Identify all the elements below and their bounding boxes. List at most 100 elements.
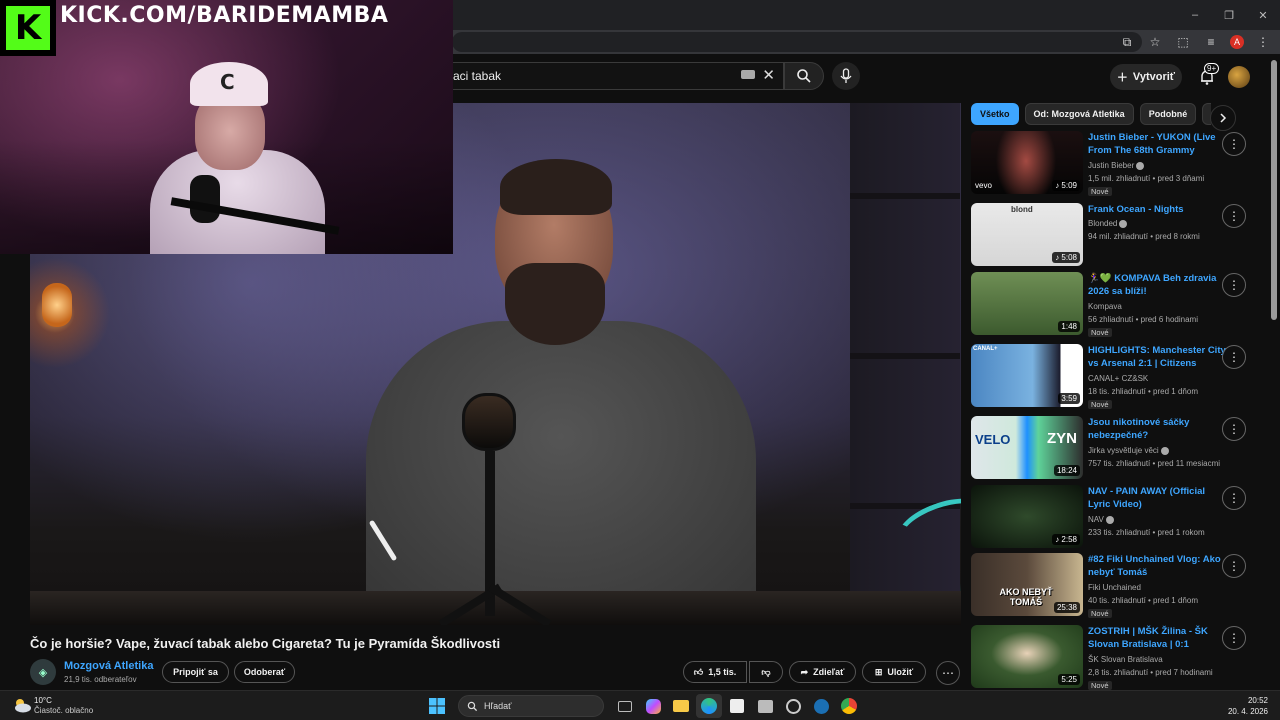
streamer-webcam-overlay: C K KICK.COM/BARIDEMAMBA xyxy=(0,0,453,254)
taskbar-clock[interactable]: 20:52 20. 4. 2026 xyxy=(1228,695,1268,717)
close-window-button[interactable]: ✕ xyxy=(1246,0,1280,30)
more-actions-button[interactable]: ⋯ xyxy=(936,661,960,685)
weather-cloud-icon[interactable] xyxy=(12,696,32,714)
outlook-icon[interactable] xyxy=(752,694,778,718)
video-duration: 1:48 xyxy=(1058,321,1080,332)
page-scrollbar[interactable] xyxy=(1271,60,1277,320)
recommended-channel[interactable]: Kompava xyxy=(1088,302,1122,311)
create-button[interactable]: ＋ Vytvoriť xyxy=(1110,64,1182,90)
video-thumbnail[interactable]: 1:48 xyxy=(971,272,1083,335)
recommended-video[interactable]: CANAL+ 2 3:59 HIGHLIGHTS: Manchester City v… xyxy=(971,344,1271,410)
more-options-icon[interactable]: ⋮ xyxy=(1222,554,1246,578)
recommended-channel[interactable]: CANAL+ CZ&SK xyxy=(1088,374,1148,383)
subscribe-button[interactable]: Odoberať xyxy=(234,661,295,683)
voice-search-button[interactable] xyxy=(832,62,860,90)
verified-check-icon xyxy=(1160,446,1169,455)
recommended-video-title[interactable]: Frank Ocean - Nights xyxy=(1088,203,1226,216)
recommended-channel[interactable]: NAV xyxy=(1088,515,1114,524)
like-button[interactable]: 👍︎ 1,5 tis. xyxy=(683,661,747,683)
minimize-button[interactable]: – xyxy=(1178,0,1212,30)
account-avatar[interactable] xyxy=(1228,66,1250,88)
video-thumbnail[interactable]: VELO ZYN 18:24 xyxy=(971,416,1083,479)
duration-text: 5:25 xyxy=(1061,675,1077,684)
file-explorer-icon[interactable] xyxy=(668,694,694,718)
browser-menu-icon[interactable]: ⋮ xyxy=(1254,33,1272,51)
recommended-video-title[interactable]: HIGHLIGHTS: Manchester City vs Arsenal 2… xyxy=(1088,344,1226,370)
microsoft-store-icon[interactable] xyxy=(724,694,750,718)
recommended-video-title[interactable]: Justin Bieber - YUKON (Live From The 68t… xyxy=(1088,131,1226,157)
video-thumbnail[interactable]: AKO NEBYŤ TOMÁŠ 25:38 xyxy=(971,553,1083,616)
share-button[interactable]: ➦ Zdieľať xyxy=(789,661,856,683)
recommended-channel[interactable]: Jirka vysvětluje věci xyxy=(1088,446,1169,455)
recommended-channel[interactable]: Justin Bieber xyxy=(1088,161,1145,170)
recommended-video[interactable]: blond ♪ 5:08 Frank Ocean - Nights Blonded 94… xyxy=(971,203,1271,269)
more-options-icon[interactable]: ⋮ xyxy=(1222,417,1246,441)
filter-chip[interactable]: Od: Mozgová Atletika xyxy=(1024,103,1134,125)
more-options-icon[interactable]: ⋮ xyxy=(1222,204,1246,228)
recommended-video[interactable]: ♪ 2:58 NAV - PAIN AWAY (Official Lyric Vi… xyxy=(971,485,1271,551)
taskbar-search-placeholder: Hľadať xyxy=(484,701,512,711)
recommended-video[interactable]: 1:48 🏃‍♀️💚 KOMPAVA Beh zdravia 2026 sa bl… xyxy=(971,272,1271,338)
address-bar[interactable] xyxy=(452,32,1142,52)
weather-temperature: 10°C xyxy=(34,696,52,705)
video-lamp xyxy=(42,283,72,327)
bookmark-star-icon[interactable]: ☆ xyxy=(1146,33,1164,51)
chrome-icon[interactable] xyxy=(836,694,862,718)
recommended-video[interactable]: AKO NEBYŤ TOMÁŠ 25:38 #82 Fiki Unchained V… xyxy=(971,553,1271,619)
recommended-video-title[interactable]: ZOSTRIH | MŠK Žilina - ŠK Slovan Bratisl… xyxy=(1088,625,1226,651)
steam-icon[interactable] xyxy=(808,694,834,718)
copilot-icon[interactable] xyxy=(640,694,666,718)
like-count: 1,5 tis. xyxy=(708,667,737,677)
media-queue-icon[interactable]: ≡ xyxy=(1202,33,1220,51)
channel-label: Jirka vysvětluje věci xyxy=(1088,446,1159,455)
more-options-icon[interactable]: ⋮ xyxy=(1222,486,1246,510)
search-icon xyxy=(467,701,478,711)
filter-chip[interactable]: Všetko xyxy=(971,103,1019,125)
search-button[interactable] xyxy=(784,62,824,90)
video-thumbnail[interactable]: CANAL+ 2 3:59 xyxy=(971,344,1083,407)
windows-taskbar: 10°C Čiastoč. oblačno Hľadať 20:52 20. 4… xyxy=(0,690,1280,720)
more-options-icon[interactable]: ⋮ xyxy=(1222,345,1246,369)
profile-icon[interactable]: A xyxy=(1230,35,1244,49)
video-thumbnail[interactable]: blond ♪ 5:08 xyxy=(971,203,1083,266)
video-thumbnail[interactable]: vevo ♪ 5:09 xyxy=(971,131,1083,194)
task-view-icon[interactable] xyxy=(612,694,638,718)
edge-browser-icon[interactable] xyxy=(696,694,722,718)
windows-start-button[interactable] xyxy=(424,694,450,718)
taskbar-search-input[interactable]: Hľadať xyxy=(458,695,604,717)
recommended-video[interactable]: vevo ♪ 5:09 Justin Bieber - YUKON (Live Fr… xyxy=(971,131,1271,197)
search-icon xyxy=(797,69,811,83)
new-badge: Nové xyxy=(1088,328,1112,337)
share-icon: ➦ xyxy=(800,666,809,677)
extensions-icon[interactable]: ⬚ xyxy=(1174,33,1192,51)
verified-check-icon xyxy=(1105,515,1114,524)
channel-name[interactable]: Mozgová Atletika xyxy=(64,660,153,672)
recommended-video[interactable]: 5:25 ZOSTRIH | MŠK Žilina - ŠK Slovan Bra… xyxy=(971,625,1271,691)
recommended-video[interactable]: VELO ZYN 18:24 Jsou nikotinové sáčky nebezp… xyxy=(971,416,1271,482)
clock-date: 20. 4. 2026 xyxy=(1227,707,1268,716)
recommended-video-title[interactable]: NAV - PAIN AWAY (Official Lyric Video) xyxy=(1088,485,1226,511)
more-options-icon[interactable]: ⋮ xyxy=(1222,132,1246,156)
chips-next-button[interactable] xyxy=(1210,105,1236,131)
install-app-icon[interactable]: ⧉ xyxy=(1118,33,1136,51)
filter-chip[interactable]: Podobné xyxy=(1139,103,1197,125)
recommended-channel[interactable]: Fiki Unchained xyxy=(1088,583,1141,592)
recommended-video-title[interactable]: #82 Fiki Unchained Vlog: Ako nebyť Tomáš xyxy=(1088,553,1226,579)
channel-avatar[interactable]: ◈ xyxy=(30,659,56,685)
more-options-icon[interactable]: ⋮ xyxy=(1222,626,1246,650)
join-button[interactable]: Pripojiť sa xyxy=(162,661,229,683)
dislike-button[interactable]: 👎︎ xyxy=(749,661,783,683)
recommended-video-title[interactable]: 🏃‍♀️💚 KOMPAVA Beh zdravia 2026 sa blíži! xyxy=(1088,272,1226,298)
maximize-button[interactable]: ❐ xyxy=(1212,0,1246,30)
recommended-channel[interactable]: ŠK Slovan Bratislava xyxy=(1088,655,1163,664)
recommended-video-title[interactable]: Jsou nikotinové sáčky nebezpečné? xyxy=(1088,416,1226,442)
recommended-channel[interactable]: Blonded xyxy=(1088,219,1128,228)
app-icon[interactable] xyxy=(780,694,806,718)
video-thumbnail[interactable]: ♪ 2:58 xyxy=(971,485,1083,548)
clear-search-icon[interactable]: ✕ xyxy=(762,66,775,84)
search-input[interactable]: aci tabak ✕ xyxy=(440,62,784,90)
more-options-icon[interactable]: ⋮ xyxy=(1222,273,1246,297)
save-button[interactable]: ⊞ Uložiť xyxy=(862,661,926,683)
video-thumbnail[interactable]: 5:25 xyxy=(971,625,1083,688)
keyboard-icon[interactable] xyxy=(741,70,755,79)
